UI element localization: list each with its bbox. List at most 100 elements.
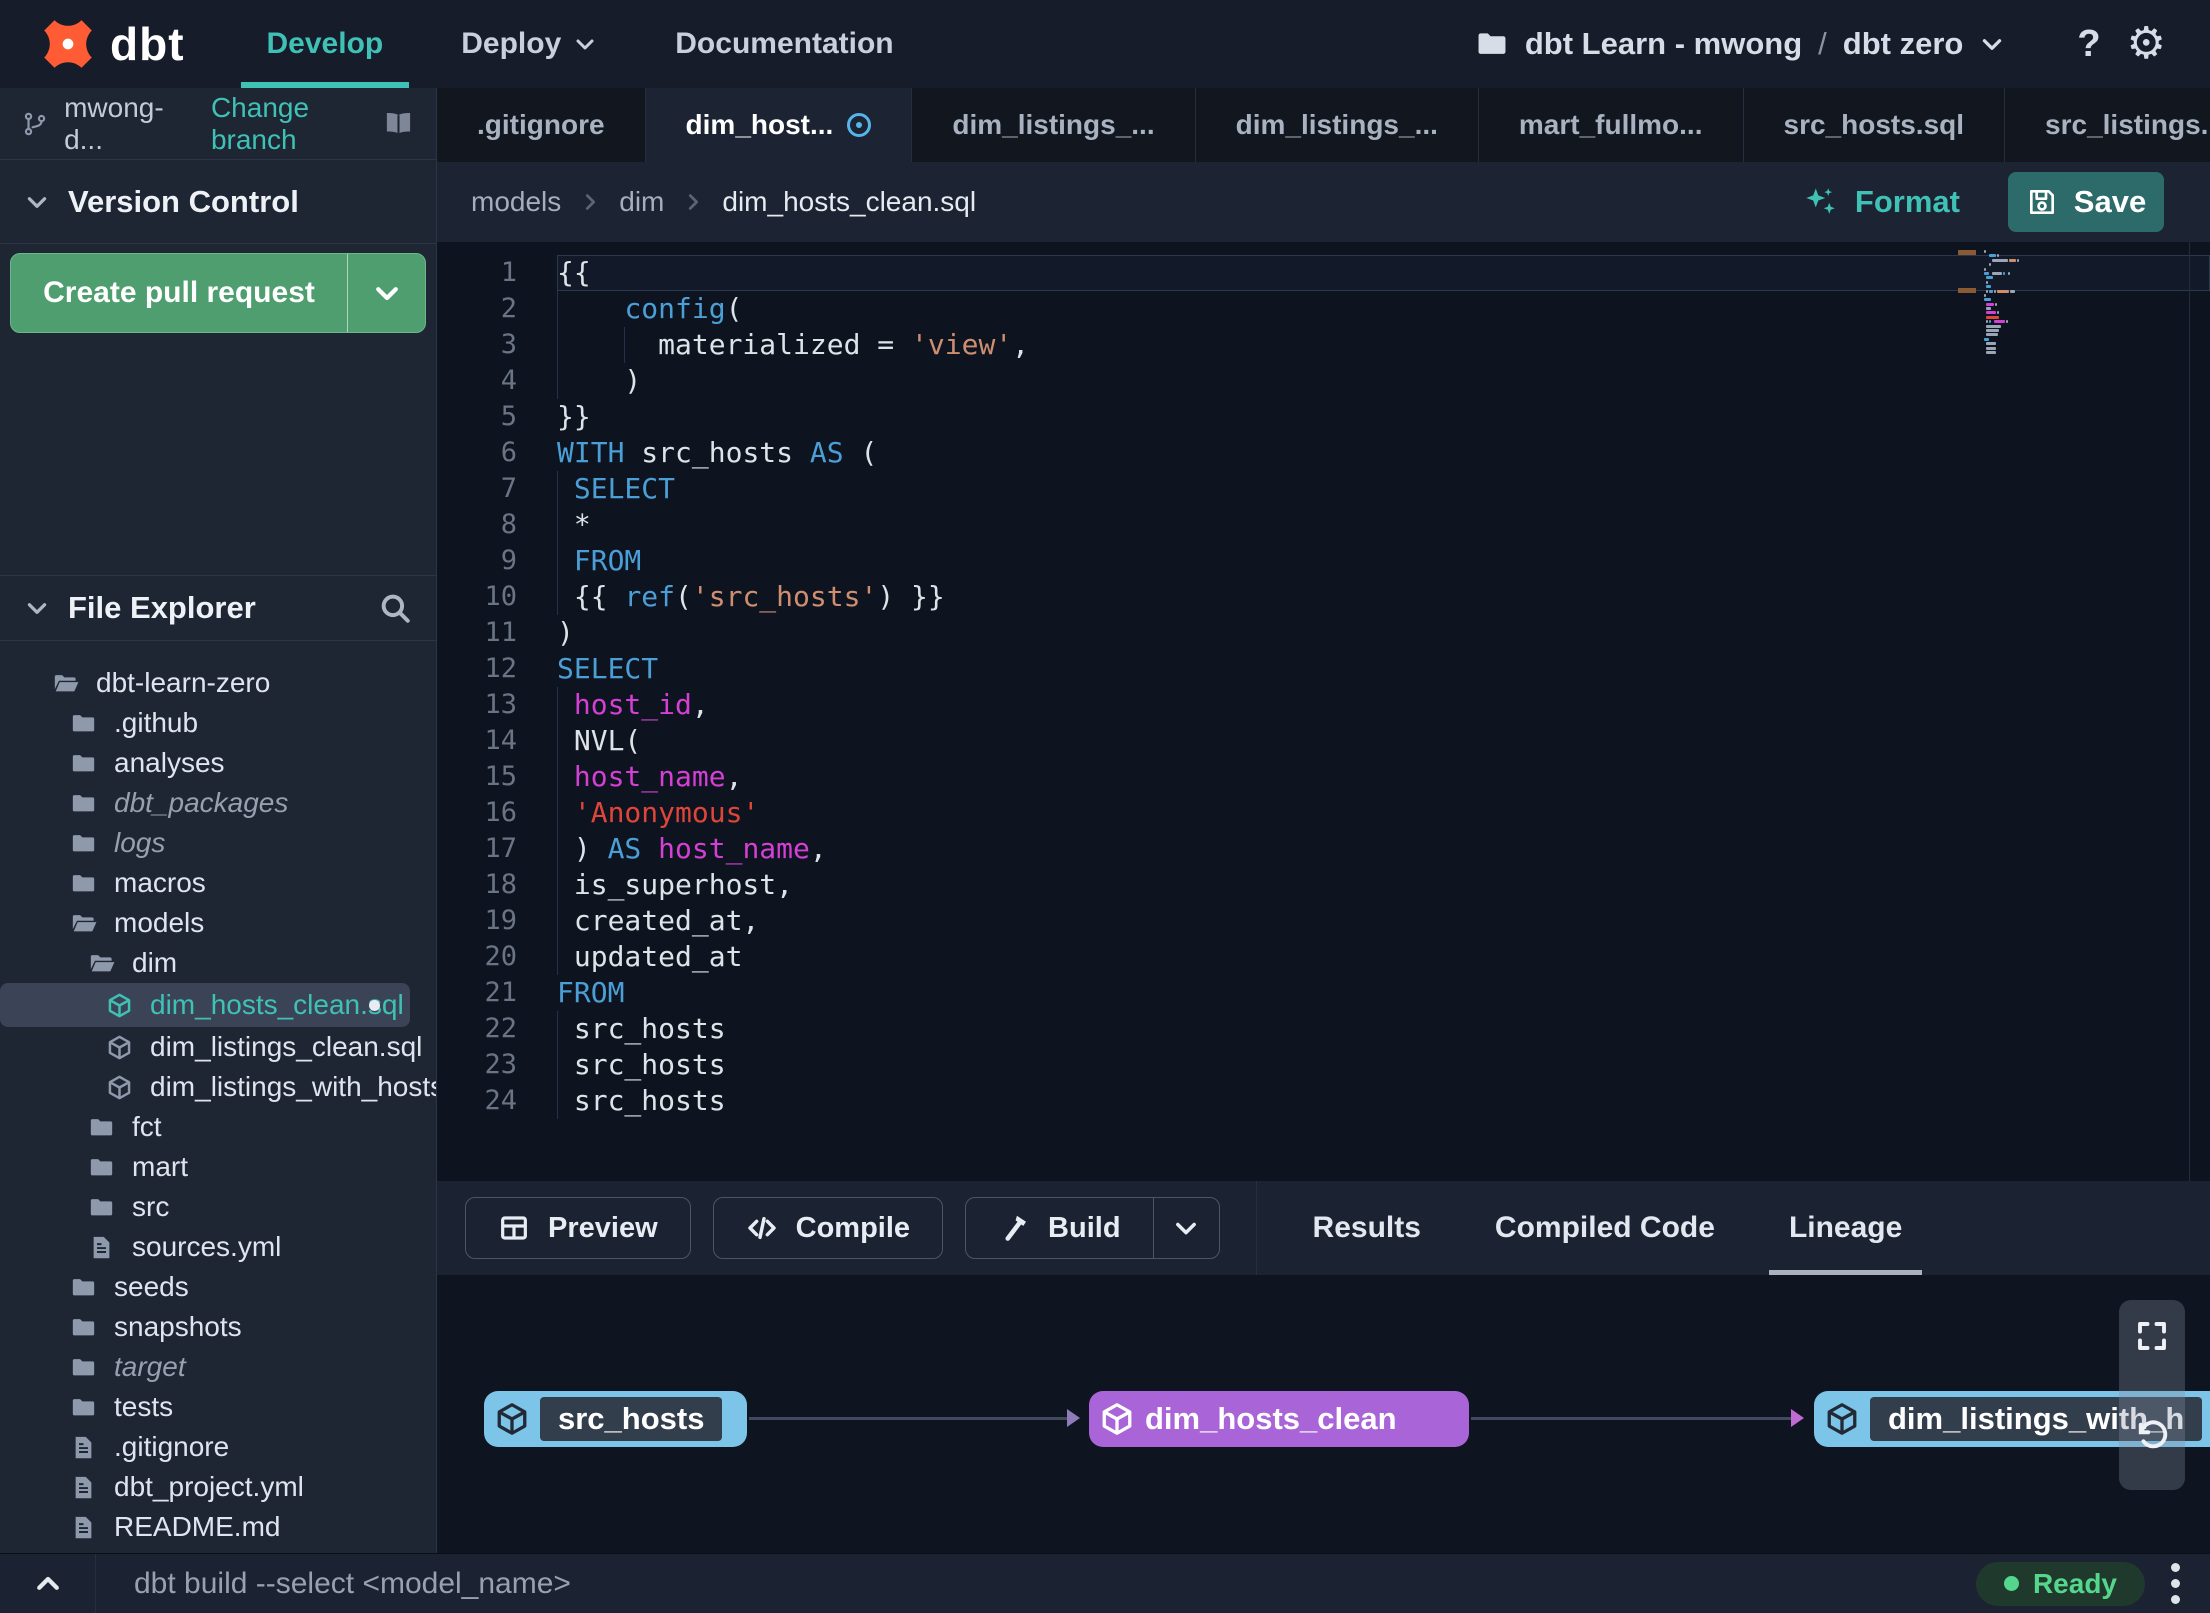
- tree-file-dim-listings-with-hosts[interactable]: dim_listings_with_hosts...: [0, 1067, 436, 1107]
- tree-folder-snapshots[interactable]: snapshots: [0, 1307, 436, 1347]
- tree-folder-logs[interactable]: logs: [0, 823, 436, 863]
- lineage-node-src-hosts[interactable]: src_hosts: [484, 1391, 747, 1447]
- tree-item-label: seeds: [114, 1271, 189, 1302]
- tree-file-gitignore[interactable]: .gitignore: [0, 1427, 436, 1467]
- format-button[interactable]: Format: [1803, 184, 1960, 220]
- line-number: 15: [484, 761, 517, 792]
- tab-src-hosts-sql[interactable]: src_hosts.sql: [1744, 88, 2006, 162]
- line-number: 22: [484, 1013, 517, 1044]
- compile-button[interactable]: Compile: [712, 1197, 944, 1259]
- gear-icon[interactable]: ⚙: [2127, 22, 2166, 66]
- breadcrumb-dim: dim: [619, 186, 665, 217]
- file-explorer-header[interactable]: File Explorer: [0, 575, 436, 641]
- book-icon[interactable]: [383, 107, 414, 141]
- code-token: host_name: [573, 760, 726, 793]
- help-icon[interactable]: ?: [2077, 23, 2100, 66]
- folder-icon: [86, 1194, 117, 1221]
- create-pull-request-label[interactable]: Create pull request: [11, 254, 347, 332]
- line-number: 13: [484, 689, 517, 720]
- tab-gitignore[interactable]: .gitignore: [437, 88, 646, 162]
- folder-open-icon: [50, 670, 81, 697]
- minimap-line: [1984, 346, 2074, 350]
- version-control-header[interactable]: Version Control: [0, 160, 436, 244]
- minimap-line: [1984, 285, 2074, 289]
- minimap-line: [1984, 254, 2074, 258]
- panel-tab-results[interactable]: Results: [1313, 1181, 1421, 1275]
- fullscreen-button[interactable]: [2119, 1300, 2185, 1372]
- folder-icon: [68, 750, 99, 777]
- command-input[interactable]: dbt build --select <model_name>: [134, 1567, 1976, 1601]
- tree-file-dim-listings-clean-sql[interactable]: dim_listings_clean.sql: [0, 1027, 436, 1067]
- build-button[interactable]: Build: [966, 1198, 1153, 1258]
- code-token: SELECT: [557, 652, 659, 685]
- tree-folder-dbt-packages[interactable]: dbt_packages: [0, 783, 436, 823]
- code-token: ,: [1012, 328, 1030, 361]
- tree-file-sources-yml[interactable]: sources.yml: [0, 1227, 436, 1267]
- nav-item-documentation[interactable]: Documentation: [649, 0, 919, 88]
- tree-folder-dim[interactable]: dim: [0, 943, 436, 983]
- panel-tab-label: Compiled Code: [1494, 1211, 1715, 1244]
- kebab-menu-icon[interactable]: [2171, 1563, 2180, 1604]
- tab-dim-host[interactable]: dim_host...: [645, 88, 913, 162]
- build-dropdown-button[interactable]: [1152, 1198, 1219, 1258]
- tree-file-readme-md[interactable]: README.md: [0, 1507, 436, 1547]
- chevron-down-icon: [1979, 31, 2005, 57]
- refresh-button[interactable]: [2119, 1400, 2185, 1472]
- tree-folder-models[interactable]: models: [0, 903, 436, 943]
- minimap-marker: [1958, 250, 1976, 255]
- code-text: is_superhost,: [557, 867, 2210, 903]
- tree-folder-target[interactable]: target: [0, 1347, 436, 1387]
- code-token: ,: [809, 832, 827, 865]
- minimap[interactable]: [1958, 250, 2074, 355]
- bottom-toolbar: Preview Compile Build Results Compiled Code…: [437, 1181, 2210, 1275]
- minimap-line: [1984, 315, 2074, 319]
- panel-tab-lineage[interactable]: Lineage: [1768, 1181, 1923, 1275]
- code-line: 22 src_hosts: [437, 1011, 2210, 1047]
- tree-folder-analyses[interactable]: analyses: [0, 743, 436, 783]
- hammer-icon: [998, 1212, 1030, 1244]
- lineage-node-dim-hosts-clean[interactable]: dim_hosts_clean: [1089, 1391, 1469, 1447]
- create-pull-request-caret[interactable]: [347, 254, 425, 332]
- lineage-tools: [2119, 1300, 2185, 1490]
- tree-folder-mart[interactable]: mart: [0, 1147, 436, 1187]
- panel-tab-compiled-code[interactable]: Compiled Code: [1495, 1181, 1715, 1275]
- change-branch-link[interactable]: Change branch: [211, 92, 367, 156]
- tab-dim-listings[interactable]: dim_listings_...: [912, 88, 1196, 162]
- tree-folder-tests[interactable]: tests: [0, 1387, 436, 1427]
- minimap-line: [1984, 350, 2074, 354]
- code-token: SELECT: [573, 472, 676, 505]
- tab-dim-listings[interactable]: dim_listings_...: [1196, 88, 1479, 162]
- sparkles-icon: [1803, 184, 1839, 220]
- tree-file-dim-hosts-clean-sql[interactable]: dim_hosts_clean.sql: [0, 983, 410, 1027]
- code-token: NVL(: [557, 724, 642, 757]
- tree-folder-dbt-learn-zero[interactable]: dbt-learn-zero: [0, 663, 436, 703]
- code-editor[interactable]: 1{{2 config(3 materialized = 'view', 4 ) 5…: [437, 242, 2210, 1181]
- main-area: mwong-d... Change branch Version Control…: [0, 88, 2210, 1553]
- tree-folder-github[interactable]: .github: [0, 703, 436, 743]
- tab-src-listings[interactable]: src_listings.: [2005, 88, 2210, 162]
- line-number: 23: [484, 1049, 517, 1080]
- tree-folder-src[interactable]: src: [0, 1187, 436, 1227]
- preview-button[interactable]: Preview: [465, 1197, 691, 1259]
- breadcrumb-models: models: [471, 186, 562, 217]
- expand-command-bar-button[interactable]: [0, 1554, 95, 1613]
- tab-mart-fullmo[interactable]: mart_fullmo...: [1479, 88, 1744, 162]
- expand-icon: [2134, 1318, 2170, 1354]
- nav-item-deploy[interactable]: Deploy: [435, 0, 623, 88]
- tree-folder-seeds[interactable]: seeds: [0, 1267, 436, 1307]
- project-switcher[interactable]: dbt Learn - mwong / dbt zero: [1475, 26, 2005, 62]
- tree-file-dbt-project-yml[interactable]: dbt_project.yml: [0, 1467, 436, 1507]
- code-line: 9 FROM: [437, 543, 2210, 579]
- search-icon[interactable]: [378, 591, 412, 625]
- tree-folder-macros[interactable]: macros: [0, 863, 436, 903]
- code-token: {{: [557, 580, 625, 613]
- dbt-logo[interactable]: dbt: [40, 16, 185, 72]
- tree-folder-fct[interactable]: fct: [0, 1107, 436, 1147]
- indent-guide-icon: [557, 1047, 558, 1083]
- lineage-pane: src_hosts dim_hosts_clean dim_listings_wit…: [437, 1275, 2210, 1553]
- nav-item-develop[interactable]: Develop: [240, 0, 410, 88]
- create-pull-request-button[interactable]: Create pull request: [10, 253, 426, 333]
- minimap-line: [1984, 271, 2074, 275]
- save-button[interactable]: Save: [2008, 172, 2164, 232]
